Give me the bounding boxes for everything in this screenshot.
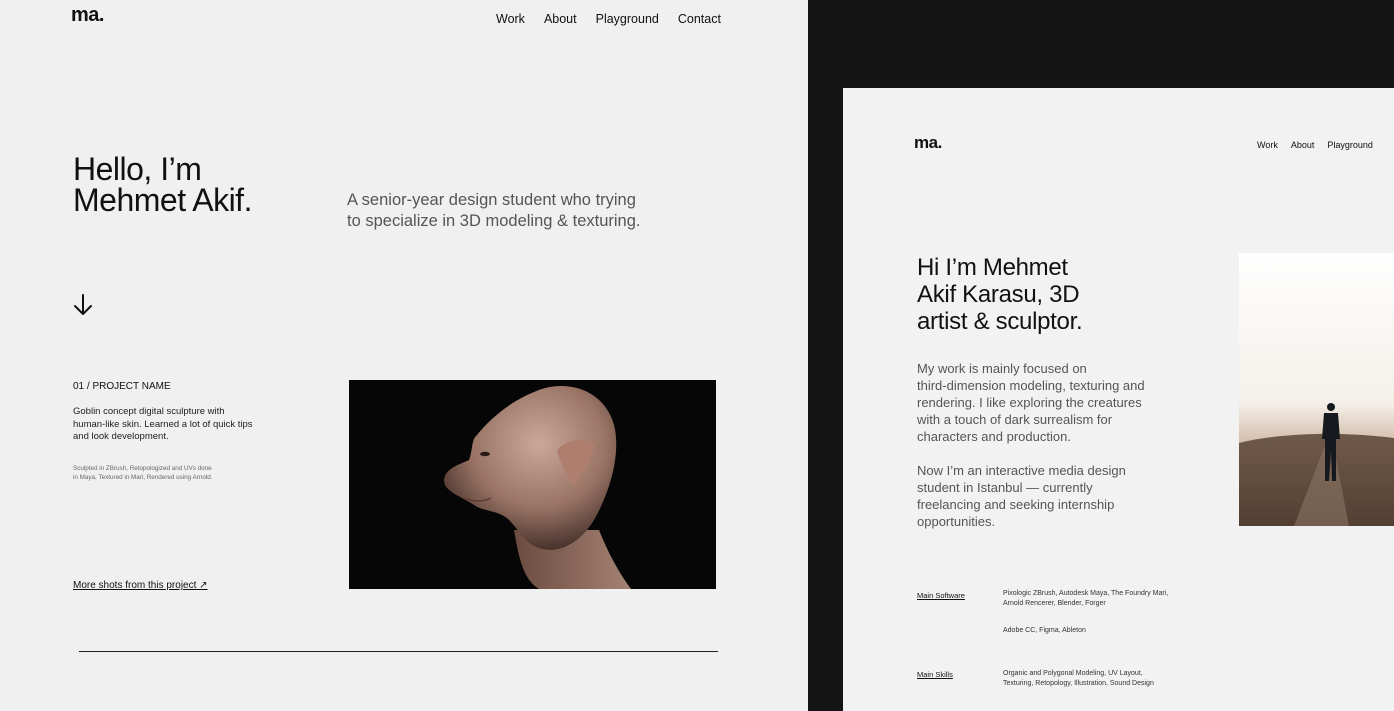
nav-work[interactable]: Work xyxy=(1257,140,1278,150)
paragraph-line: with a touch of dark surrealism for xyxy=(917,412,1113,427)
hero-heading: Hello, I’m Mehmet Akif. xyxy=(73,151,252,218)
about-page-preview: ma. Work About Playground Hi I’m Mehmet … xyxy=(843,88,1394,711)
additional-software-list: Adobe CC, Figma, Ableton xyxy=(1003,626,1213,636)
portrait-photo[interactable] xyxy=(1239,253,1394,526)
nav-about[interactable]: About xyxy=(1291,140,1315,150)
more-shots-link[interactable]: More shots from this project ↗ xyxy=(73,580,208,591)
main-software-label[interactable]: Main Software xyxy=(917,591,965,600)
skills-line: Organic and Polygonal Modeling, UV Layou… xyxy=(1003,670,1143,677)
skills-line: Texturing, Retopology, Illustration, Sou… xyxy=(1003,679,1154,687)
status-paragraph: Now I’m an interactive media design stud… xyxy=(917,462,1187,530)
tagline-line: A senior-year design student who trying xyxy=(347,191,636,209)
nav-work[interactable]: Work xyxy=(496,12,525,26)
arrow-down-icon[interactable] xyxy=(73,292,93,318)
software-line: Adobe CC, Figma, Ableton xyxy=(1003,627,1086,634)
walking-figure-photo xyxy=(1239,253,1394,526)
main-nav: Work About Playground xyxy=(1257,140,1373,150)
about-heading: Hi I’m Mehmet Akif Karasu, 3D artist & s… xyxy=(917,254,1083,335)
heading-line: Akif Karasu, 3D xyxy=(917,281,1080,308)
main-software-list: Pixologic ZBrush, Autodesk Maya, The Fou… xyxy=(1003,589,1213,608)
project-title: 01 / PROJECT NAME xyxy=(73,381,171,392)
nav-playground[interactable]: Playground xyxy=(1327,140,1373,150)
software-line: Arnold Rencerer, Blender, Forger xyxy=(1003,599,1106,607)
main-nav: Work About Playground Contact xyxy=(496,12,721,26)
logo[interactable]: ma. xyxy=(914,133,942,153)
intro-paragraph: My work is mainly focused on third-dimen… xyxy=(917,360,1187,445)
description-line: human-like skin. Learned a lot of quick … xyxy=(73,418,253,430)
tagline: A senior-year design student who trying … xyxy=(347,190,687,232)
divider xyxy=(79,651,718,652)
main-skills-label[interactable]: Main Skills xyxy=(917,670,953,679)
paragraph-line: My work is mainly focused on xyxy=(917,361,1087,376)
hero-line: Hello, I’m xyxy=(73,151,202,187)
description-line: and look development. xyxy=(73,431,169,442)
left-page: ma. Work About Playground Contact Hello,… xyxy=(0,0,808,711)
heading-line: Hi I’m Mehmet xyxy=(917,254,1068,281)
paragraph-line: student in Istanbul — currently xyxy=(917,480,1093,495)
tagline-line: to specialize in 3D modeling & texturing… xyxy=(347,212,641,230)
project-note: Sculpted in ZBrush, Retopologized and UV… xyxy=(73,464,263,482)
paragraph-line: characters and production. xyxy=(917,429,1071,444)
note-line: Sculpted in ZBrush, Retopologized and UV… xyxy=(73,465,212,472)
hero-line: Mehmet Akif. xyxy=(73,182,252,218)
paragraph-line: freelancing and seeking internship xyxy=(917,497,1115,512)
nav-contact[interactable]: Contact xyxy=(678,12,721,26)
nav-about[interactable]: About xyxy=(544,12,577,26)
paragraph-line: Now I’m an interactive media design xyxy=(917,463,1126,478)
goblin-sculpture-illustration xyxy=(349,380,716,589)
project-image[interactable] xyxy=(349,380,716,589)
project-description: Goblin concept digital sculpture with hu… xyxy=(73,406,278,444)
main-skills-list: Organic and Polygonal Modeling, UV Layou… xyxy=(1003,669,1213,688)
nav-playground[interactable]: Playground xyxy=(596,12,659,26)
software-line: Pixologic ZBrush, Autodesk Maya, The Fou… xyxy=(1003,590,1169,597)
note-line: in Maya, Textured in Mari, Rendered usin… xyxy=(73,474,213,481)
description-line: Goblin concept digital sculpture with xyxy=(73,406,225,417)
heading-line: artist & sculptor. xyxy=(917,308,1083,335)
logo[interactable]: ma. xyxy=(71,4,104,27)
paragraph-line: rendering. I like exploring the creature… xyxy=(917,395,1142,410)
paragraph-line: opportunities. xyxy=(917,514,996,529)
paragraph-line: third-dimension modeling, texturing and xyxy=(917,378,1145,393)
